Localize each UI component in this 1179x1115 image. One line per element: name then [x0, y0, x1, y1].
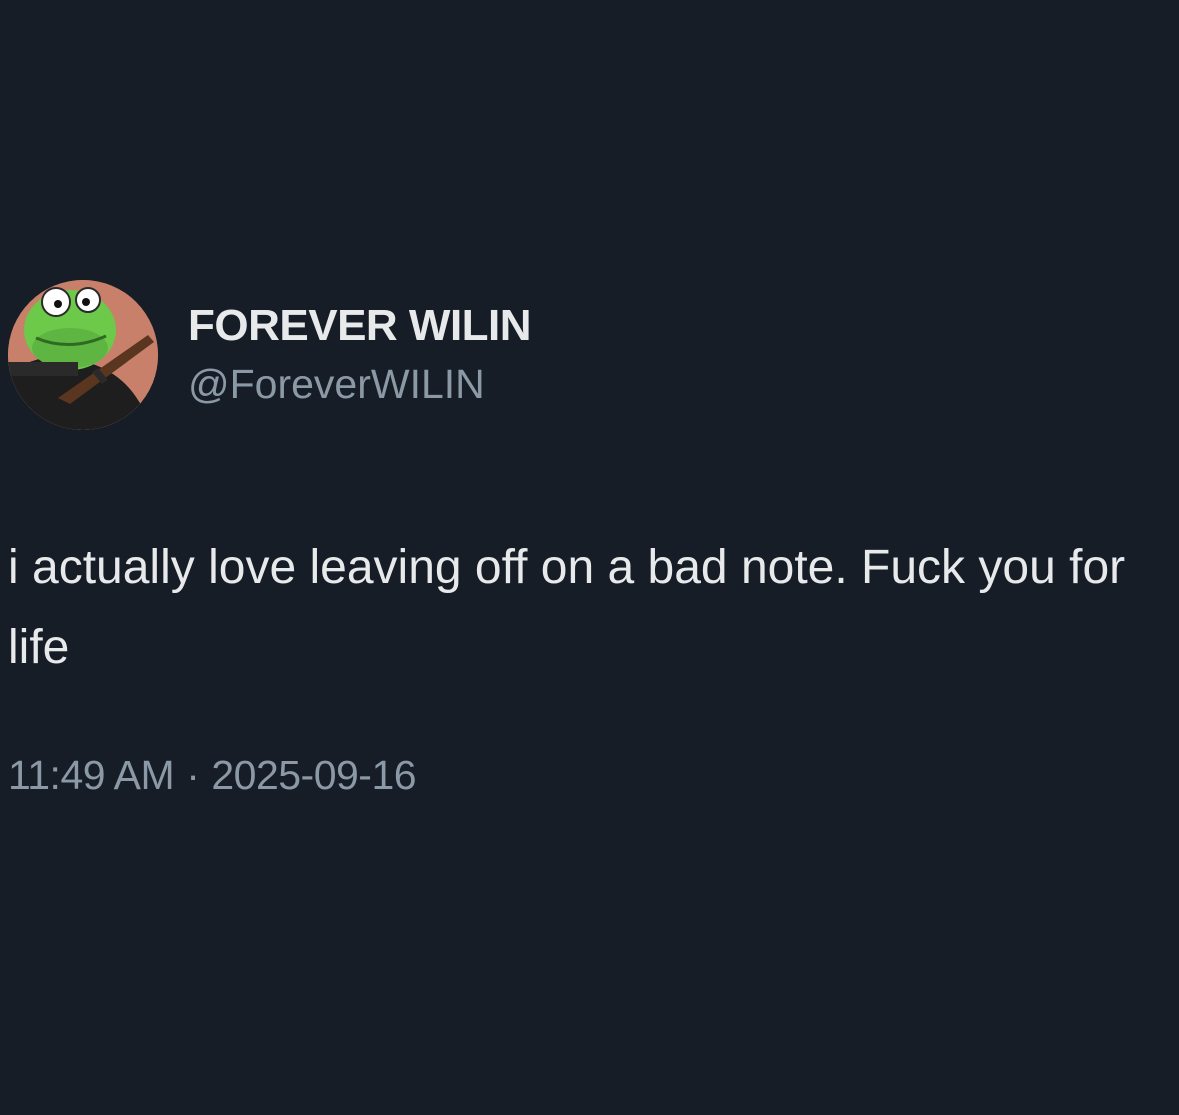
- author-display-name[interactable]: FOREVER WILIN: [188, 300, 532, 352]
- avatar-frog-image: [8, 280, 158, 430]
- author-handle[interactable]: @ForeverWILIN: [188, 358, 531, 410]
- timestamp-separator: ·: [186, 752, 200, 798]
- tweet-timestamp[interactable]: 11:49 AM · 2025-09-16: [8, 750, 1168, 800]
- page: FOREVER WILIN @ForeverWILIN i actually l…: [0, 0, 1179, 1115]
- tweet-time: 11:49 AM: [8, 752, 175, 798]
- tweet-text: i actually love leaving off on a bad not…: [8, 541, 1126, 674]
- tweet-header: FOREVER WILIN @ForeverWILIN: [8, 280, 1168, 430]
- tweet-date: 2025-09-16: [211, 752, 417, 798]
- tweet-card: FOREVER WILIN @ForeverWILIN i actually l…: [8, 280, 1168, 800]
- avatar[interactable]: [8, 280, 158, 430]
- author-identity: FOREVER WILIN @ForeverWILIN: [188, 300, 532, 410]
